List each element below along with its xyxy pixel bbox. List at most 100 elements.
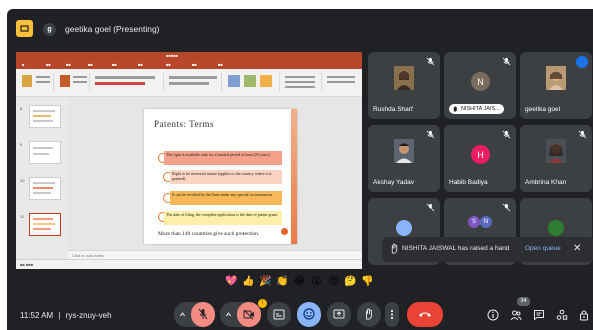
hand-icon [366,308,372,320]
reaction-button[interactable]: 🎉 [259,275,272,288]
mic-off-icon [502,57,511,66]
reaction-button[interactable]: 🤔 [344,275,357,288]
presenter-avatar: g [43,23,56,36]
activities-icon[interactable] [556,309,568,321]
slide-thumbnail-selected[interactable]: 11 [20,213,61,236]
host-controls-icon[interactable] [578,309,590,321]
slide-accent-bar [291,109,297,244]
camera-warning-badge: ! [258,299,267,308]
mic-off-icon [502,130,511,139]
mic-off-icon [426,57,435,66]
slide-row: Right to be territorial nature (applies … [170,170,282,184]
meeting-code: rys-znuy-veh [65,311,112,320]
participant-name: Rushda Sharf [373,106,413,113]
thumb-number: 11 [20,214,25,219]
open-queue-link[interactable]: Open queue [525,245,561,252]
meet-window: g geetika goel (Presenting) ■■■■■ ■ ■■ ■… [7,9,593,330]
ppt-title-bar: ■■■■■ [16,52,362,61]
thumb-number: 9 [20,142,23,147]
presenting-label: geetika goel (Presenting) [65,24,160,34]
ppt-title-text: ■■■■■ [166,53,179,58]
participant-avatar: S [468,216,480,228]
send-reaction-button[interactable] [297,302,321,327]
camera-off-icon [243,309,254,320]
slide-thumbnail[interactable]: 8 [20,105,61,128]
reaction-button[interactable]: 👏 [276,275,289,288]
notes-pane[interactable]: Click to add notes [68,250,362,259]
reaction-button[interactable]: 😂 [293,275,306,288]
ribbon-group [324,73,360,91]
people-count-badge: 34 [517,297,530,306]
ppt-ribbon [16,69,362,97]
participant-name: geetika goel [525,106,561,113]
people-icon[interactable] [510,309,522,321]
participant-avatar: N [480,216,492,228]
slide-last-line: More than 140 countries give such protec… [158,231,260,237]
ppt-tab-marker: ■ [22,62,25,67]
status-text: ■■ ■■■ [20,262,34,267]
leave-call-button[interactable] [407,302,443,327]
reaction-button[interactable]: 👎 [361,275,374,288]
notification-message: NISHITA JAISWAL has raised a hand [402,245,510,252]
current-slide[interactable]: Patents: Terms The right is available on… [144,109,297,244]
participant-avatar [548,220,564,236]
reaction-button[interactable]: 😮 [310,275,323,288]
slide-thumbnail[interactable]: 9 [20,141,61,164]
mic-control-group [174,302,215,327]
ppt-tab-marker: ■■ [192,62,197,67]
slide-corner-dot [281,228,288,235]
mic-off-icon [578,130,587,139]
slide-row: The right is available only for a limite… [164,151,282,165]
participant-tile[interactable]: N NISHITA JAIS... [444,52,516,119]
presentation-app-icon[interactable] [16,20,33,37]
raise-hand-notification: NISHITA JAISWAL has raised a hand Open q… [382,237,593,262]
slide-row: The date of filing, the complete applica… [164,211,282,225]
ribbon-group [18,73,54,91]
mic-off-icon [426,203,435,212]
mic-off-icon [426,130,435,139]
participant-avatar: H [471,145,490,164]
camera-control-group: ! [220,299,267,327]
notes-hint: Click to add notes [72,253,104,258]
more-vertical-icon [390,309,394,320]
ribbon-group [224,73,280,91]
participant-avatar: N [471,72,490,91]
participant-avatar [396,220,412,236]
slide-row: It can be revoked by the State under any… [170,191,282,205]
mic-toggle-button[interactable] [191,302,215,327]
participant-tile[interactable]: Akshay Yadav [368,125,440,192]
chat-icon[interactable] [533,309,545,321]
ribbon-group [282,73,322,91]
more-options-button[interactable] [385,302,399,327]
raise-hand-button[interactable] [357,302,381,327]
chevron-up-icon[interactable] [179,311,186,318]
chevron-up-icon[interactable] [225,311,232,318]
ribbon-group [92,73,164,91]
meeting-info: 11:52 AM | rys-znuy-veh [20,311,112,320]
reaction-button[interactable]: 💖 [225,275,238,288]
participant-tile[interactable]: Rushda Sharf [368,52,440,119]
slide-thumbnail[interactable]: 10 [20,177,61,200]
info-separator: | [58,311,61,320]
ppt-status-bar: ■■ ■■■ [16,259,362,269]
close-notification-button[interactable]: ✕ [573,243,581,255]
thumb-number: 8 [20,106,23,111]
ppt-ribbon-tabs: ■ ■■ ■■ ■■ ■■ ■■ ■■ ■■ ■■ [16,61,362,69]
participant-photo [546,139,566,163]
shared-screen: ■■■■■ ■ ■■ ■■ ■■ ■■ ■■ ■■ ■■ ■■ 8 9 10 1… [16,52,362,269]
participant-tile-speaking[interactable]: geetika goel [520,52,592,119]
thumb-number: 10 [20,178,25,183]
captions-button[interactable] [267,302,291,327]
camera-toggle-button[interactable] [237,302,261,327]
slides-icon [20,25,29,32]
participant-name: Habib Badiya [449,179,488,186]
participant-tile[interactable]: H Habib Badiya [444,125,516,192]
ppt-tab-marker: ■■ [88,62,93,67]
present-now-button[interactable] [327,302,351,327]
reaction-button[interactable]: 😢 [327,275,340,288]
ribbon-group [166,73,222,91]
participant-tile[interactable]: Ambrina Khan [520,125,592,192]
reaction-button[interactable]: 👍 [242,275,255,288]
meeting-details-icon[interactable] [487,309,499,321]
participant-name: Ambrina Khan [525,179,567,186]
